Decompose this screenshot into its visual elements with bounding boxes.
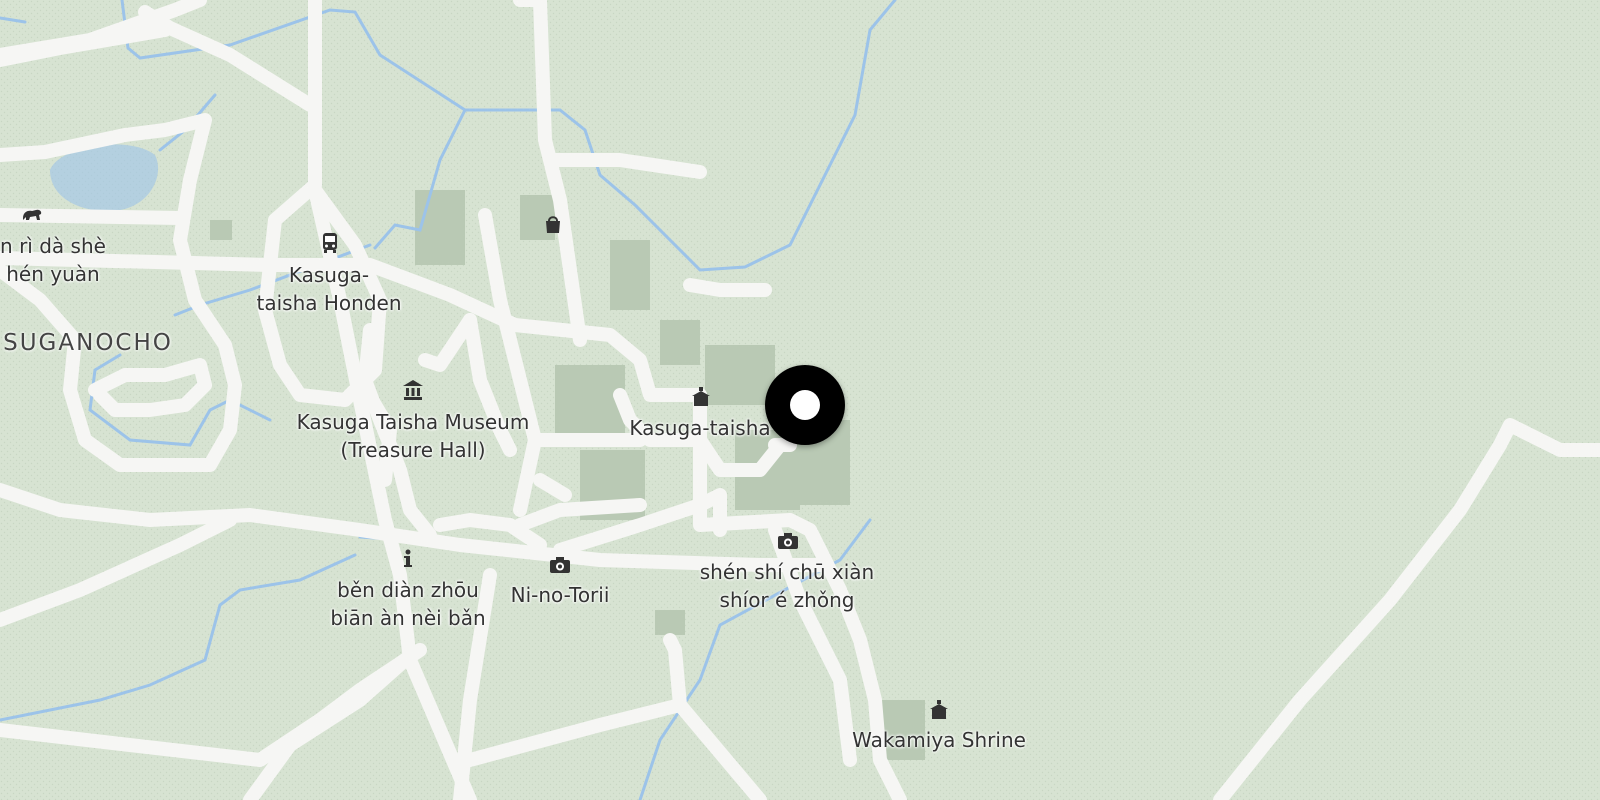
camera-icon[interactable] <box>547 552 573 578</box>
location-pin-icon[interactable] <box>765 365 845 445</box>
kasuga-taisha-honden-label[interactable]: Kasuga- taisha Honden <box>257 261 402 317</box>
wakamiya-shrine-label[interactable]: Wakamiya Shrine <box>852 726 1026 754</box>
district-label: SUGANOCHO <box>3 330 173 356</box>
camera-icon[interactable] <box>775 528 801 554</box>
shopping-bag-icon[interactable] <box>540 211 566 237</box>
kasuga-taisha-label[interactable]: Kasuga-taisha <box>629 414 770 442</box>
lion-icon[interactable] <box>19 202 45 228</box>
museum-icon[interactable] <box>400 377 426 403</box>
map-canvas[interactable]: SUGANOCHO n rì dà shè hén yuàn Kasuga- t… <box>0 0 1600 800</box>
info-board-label[interactable]: běn diàn zhōu biān àn nèi bǎn <box>330 576 485 632</box>
shrine-icon[interactable] <box>688 384 714 410</box>
bus-icon[interactable] <box>317 230 343 256</box>
shen-shi-label[interactable]: shén shí chū xiàn shíor é zhǒng <box>700 558 874 614</box>
pin-center-dot <box>790 390 820 420</box>
info-icon[interactable] <box>395 546 421 572</box>
museum-label[interactable]: Kasuga Taisha Museum (Treasure Hall) <box>297 408 530 464</box>
ni-no-torii-label[interactable]: Ni-no-Torii <box>511 581 610 609</box>
shrine-icon[interactable] <box>926 697 952 723</box>
park-label-partial[interactable]: n rì dà shè hén yuàn <box>0 232 106 288</box>
